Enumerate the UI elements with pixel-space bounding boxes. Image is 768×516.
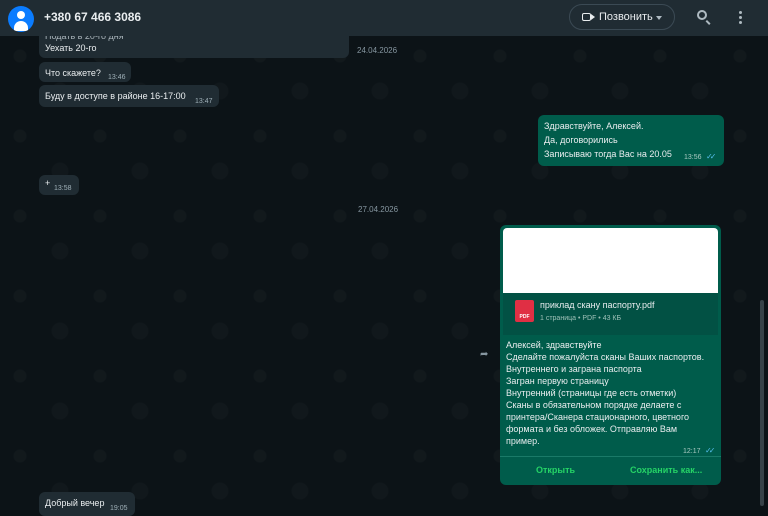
message-line: Да, договорились — [544, 135, 618, 145]
message-line: Сделайте пожалуйста сканы Ваших паспорто… — [506, 352, 705, 362]
message-time: 13:56 — [684, 154, 702, 161]
open-button[interactable]: Открыть — [536, 464, 575, 476]
chevron-down-icon[interactable] — [656, 16, 662, 20]
avatar-body-shape — [14, 21, 28, 31]
document-preview[interactable] — [503, 228, 718, 293]
message-time: 19:05 — [110, 505, 128, 512]
date-separator: 24.04.2026 — [357, 46, 398, 55]
pdf-file-icon: PDF — [515, 300, 534, 322]
message-line: Внутреннего и заграна паспорта — [506, 364, 642, 374]
message-body: Алексей, здравствуйте Сделайте пожалуйст… — [506, 339, 716, 447]
message-line: Алексей, здравствуйте — [506, 340, 602, 350]
message-line: Сканы в обязательном порядке делаете с — [506, 400, 682, 410]
message-time: 13:58 — [54, 185, 72, 192]
message-text: Что скажете? — [45, 68, 101, 78]
message-outgoing-document[interactable]: PDF приклад скану паспорту.pdf 1 страниц… — [500, 225, 721, 485]
call-button[interactable]: Позвонить — [569, 4, 675, 30]
avatar[interactable] — [8, 6, 34, 32]
message-line: принтера/Сканера стационарного, цветного — [506, 412, 690, 422]
message-time: 13:47 — [195, 98, 213, 105]
forward-icon[interactable]: ➦ — [480, 349, 494, 360]
message-incoming[interactable]: Буду в доступе в районе 16-17:00 13:47 — [39, 85, 219, 107]
document-meta: 1 страница • PDF • 43 КБ — [540, 315, 622, 322]
message-line: Записываю тогда Вас на 20.05 — [544, 149, 672, 159]
date-separator: 27.04.2026 — [358, 205, 399, 214]
call-button-label: Позвонить — [599, 11, 653, 23]
message-line: Загран первую страницу — [506, 376, 609, 386]
chat-header: +380 67 466 3086 Позвонить — [0, 0, 768, 36]
message-line: Здравствуйте, Алексей. — [544, 121, 644, 131]
save-as-button[interactable]: Сохранить как... — [630, 464, 702, 476]
message-text: + — [45, 178, 51, 188]
divider — [500, 456, 721, 457]
contact-name[interactable]: +380 67 466 3086 — [44, 10, 141, 24]
message-incoming[interactable]: Что скажете? 13:46 — [39, 62, 131, 82]
scrollbar[interactable] — [760, 300, 764, 506]
read-ticks-icon: ✓✓ — [706, 152, 717, 161]
document-card[interactable]: PDF приклад скану паспорту.pdf 1 страниц… — [503, 293, 718, 335]
message-text: Добрый вечер — [45, 498, 105, 508]
message-line: Внутренний (страницы где есть отметки) — [506, 388, 677, 398]
message-time: 13:46 — [108, 74, 126, 81]
more-vertical-icon[interactable] — [739, 11, 742, 25]
message-text: Буду в доступе в районе 16-17:00 — [45, 91, 186, 101]
video-camera-icon — [582, 13, 595, 21]
search-icon[interactable] — [697, 10, 707, 20]
message-incoming[interactable]: Добрый вечер 19:05 — [39, 492, 135, 516]
message-text: Уехать 20-го — [45, 43, 97, 53]
message-line: формата и без обложек. Отправляю Вам — [506, 424, 678, 434]
message-outgoing[interactable]: Здравствуйте, Алексей. Да, договорились … — [538, 115, 724, 166]
document-name: приклад скану паспорту.pdf — [540, 300, 655, 310]
avatar-head-shape — [17, 11, 25, 19]
message-incoming[interactable]: + 13:58 — [39, 175, 79, 195]
